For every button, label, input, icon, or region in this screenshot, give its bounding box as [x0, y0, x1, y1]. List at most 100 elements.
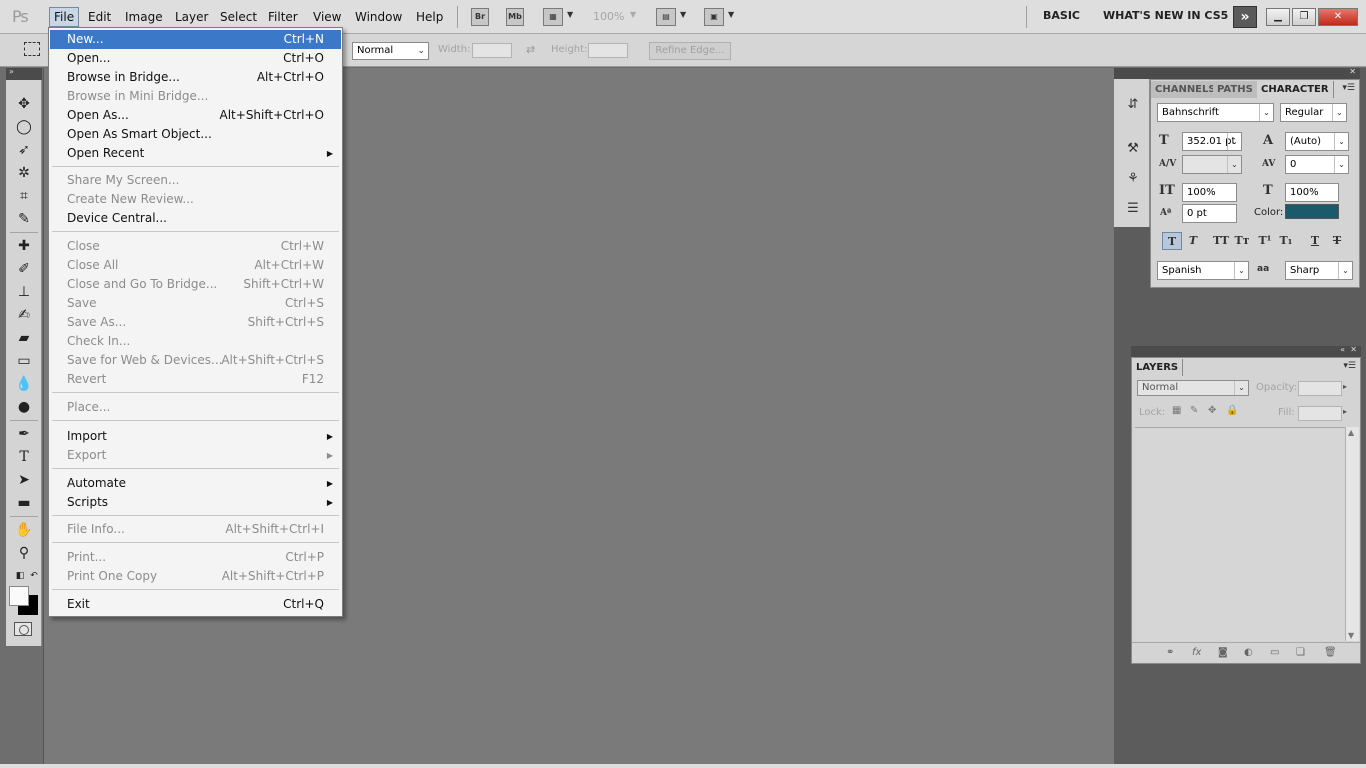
lasso-tool-icon[interactable]: ➶ [12, 140, 36, 160]
new-group-icon[interactable]: ▭ [1270, 647, 1279, 658]
screen-mode-icon[interactable]: ▣ [704, 8, 724, 26]
menu-filter[interactable]: Filter [264, 7, 302, 27]
mini-bridge-icon[interactable]: Mb [506, 8, 524, 26]
horizontal-scale-input[interactable]: 100% [1285, 183, 1339, 202]
menu-item-browse-in-bridge[interactable]: Browse in Bridge... Alt+Ctrl+O [50, 68, 341, 87]
menu-item-exit[interactable]: Exit Ctrl+Q [50, 595, 341, 614]
language-select[interactable]: Spanish ⌄ [1157, 261, 1249, 280]
menu-item-scripts[interactable]: Scripts ▶ [50, 493, 341, 512]
menu-view[interactable]: View [309, 7, 345, 27]
menu-window[interactable]: Window [351, 7, 406, 27]
lock-image-icon[interactable]: ✎ [1190, 405, 1198, 416]
tool-presets-icon[interactable]: ☰ [1123, 199, 1143, 219]
menu-item-new[interactable]: New... Ctrl+N [50, 30, 341, 49]
hand-tool-icon[interactable]: ✋ [12, 520, 36, 540]
quick-mask-icon[interactable] [14, 622, 32, 636]
close-window-button[interactable]: ✕ [1318, 8, 1358, 26]
eraser-tool-icon[interactable]: ▰ [12, 328, 36, 348]
layer-style-icon[interactable]: fx [1192, 647, 1201, 658]
new-layer-icon[interactable]: ❏ [1296, 647, 1305, 658]
brush-tool-icon[interactable]: ✐ [12, 259, 36, 279]
lock-all-icon[interactable]: 🔒 [1226, 405, 1238, 416]
menu-item-open-as-smart-object[interactable]: Open As Smart Object... [50, 125, 341, 144]
blend-mode-select[interactable]: Normal ⌄ [1137, 380, 1249, 396]
chevron-right-icon[interactable]: ▸ [1343, 407, 1347, 416]
history-panel-icon[interactable]: ⇵ [1123, 95, 1143, 115]
zoom-level[interactable]: 100% [593, 10, 624, 23]
history-brush-icon[interactable]: ✍ [12, 305, 36, 325]
bridge-icon[interactable]: Br [471, 8, 489, 26]
chevron-down-icon[interactable]: ▼ [567, 10, 573, 19]
menu-select[interactable]: Select [216, 7, 261, 27]
vertical-scale-input[interactable]: 100% [1182, 183, 1237, 202]
chevron-down-icon[interactable]: ▼ [680, 10, 686, 19]
lock-position-icon[interactable]: ✥ [1208, 405, 1216, 416]
clone-stamp-icon[interactable]: ⊥ [12, 282, 36, 302]
workspace-basic[interactable]: BASIC [1043, 9, 1080, 22]
subscript-button[interactable]: T₁ [1276, 232, 1296, 250]
fill-input[interactable] [1298, 406, 1342, 421]
layers-list[interactable] [1135, 427, 1345, 641]
menu-edit[interactable]: Edit [84, 7, 115, 27]
tab-layers[interactable]: LAYERS [1132, 359, 1184, 376]
opacity-input[interactable] [1298, 381, 1342, 396]
font-size-input[interactable]: 352.01 pt ⌄ [1182, 132, 1242, 151]
style-select[interactable]: Normal ⌄ [352, 42, 429, 60]
tab-channels[interactable]: CHANNELS [1151, 81, 1221, 98]
font-style-select[interactable]: Regular ⌄ [1280, 103, 1347, 122]
faux-italic-button[interactable]: T [1183, 232, 1203, 250]
tools-panel-header[interactable]: » [6, 67, 42, 80]
faux-bold-button[interactable]: T [1162, 232, 1182, 250]
menu-item-open-as[interactable]: Open As... Alt+Shift+Ctrl+O [50, 106, 341, 125]
tab-character[interactable]: CHARACTER [1257, 81, 1334, 98]
layers-panel-header[interactable]: « ✕ [1131, 345, 1361, 357]
height-input[interactable] [588, 43, 628, 58]
pen-tool-icon[interactable]: ✒ [12, 424, 36, 444]
tab-paths[interactable]: PATHS [1213, 81, 1258, 98]
collapse-icon[interactable]: » [9, 67, 14, 76]
more-workspaces-button[interactable]: » [1233, 6, 1257, 28]
character-panel-header[interactable]: ✕ [1150, 67, 1360, 79]
brush-presets-icon[interactable]: ⚒ [1123, 139, 1143, 159]
refine-edge-button[interactable]: Refine Edge... [649, 42, 731, 60]
adjustment-layer-icon[interactable]: ◐ [1244, 647, 1253, 658]
menu-item-import[interactable]: Import ▶ [50, 427, 341, 446]
superscript-button[interactable]: T¹ [1255, 232, 1275, 250]
workspace-whats-new[interactable]: WHAT'S NEW IN CS5 [1103, 9, 1228, 22]
menu-item-open-recent[interactable]: Open Recent ▶ [50, 144, 341, 163]
chevron-up-icon[interactable]: ▲ [1348, 428, 1354, 437]
blur-tool-icon[interactable]: 💧 [12, 374, 36, 394]
arrange-documents-icon[interactable]: ▤ [656, 8, 676, 26]
restore-button[interactable]: ❐ [1292, 8, 1316, 26]
panel-menu-icon[interactable]: ▾☰ [1342, 83, 1355, 93]
all-caps-button[interactable]: TT [1211, 232, 1231, 250]
path-selection-icon[interactable]: ➤ [12, 470, 36, 490]
marquee-preset-icon[interactable] [24, 42, 40, 56]
swap-icon[interactable]: ⇄ [526, 43, 535, 56]
crop-tool-icon[interactable]: ⌗ [12, 186, 36, 206]
lock-transparent-icon[interactable]: ▦ [1172, 405, 1181, 416]
underline-button[interactable]: T [1305, 232, 1325, 250]
type-tool-icon[interactable]: T [12, 447, 36, 467]
menu-item-open[interactable]: Open... Ctrl+O [50, 49, 341, 68]
text-color-swatch[interactable] [1285, 204, 1339, 219]
width-input[interactable] [472, 43, 512, 58]
menu-help[interactable]: Help [412, 7, 447, 27]
small-caps-button[interactable]: Tт [1232, 232, 1252, 250]
foreground-color-swatch[interactable] [9, 586, 29, 606]
menu-layer[interactable]: Layer [171, 7, 212, 27]
leading-input[interactable]: (Auto) ⌄ [1285, 132, 1349, 151]
tracking-input[interactable]: 0 ⌄ [1285, 155, 1349, 174]
chevron-down-icon[interactable]: ▼ [1348, 631, 1354, 640]
kerning-input[interactable]: ⌄ [1182, 155, 1242, 174]
font-family-select[interactable]: Bahnschrift ⌄ [1157, 103, 1274, 122]
strikethrough-button[interactable]: T [1327, 232, 1347, 250]
dock-strip-header[interactable] [1114, 68, 1150, 79]
elliptical-marquee-icon[interactable]: ◯ [12, 117, 36, 137]
delete-layer-icon[interactable]: 🗑 [1324, 647, 1337, 658]
close-icon[interactable]: ✕ [1350, 345, 1357, 354]
chevron-down-icon[interactable]: ▼ [728, 10, 734, 19]
dodge-tool-icon[interactable]: ● [12, 397, 36, 417]
antialias-select[interactable]: Sharp ⌄ [1285, 261, 1353, 280]
gradient-tool-icon[interactable]: ▭ [12, 351, 36, 371]
